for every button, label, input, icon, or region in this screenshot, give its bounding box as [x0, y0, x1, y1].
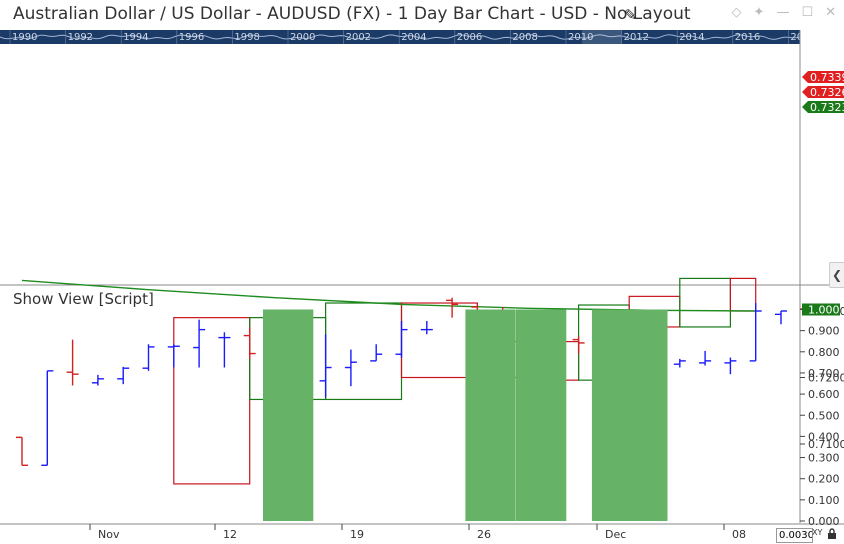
ohlc-bar-8 — [218, 332, 231, 368]
ohlc-bar-0 — [16, 436, 28, 466]
ohlc-bar-13 — [344, 349, 357, 387]
collapse-axis-button[interactable]: ❮ — [829, 262, 844, 288]
show-view-bar-0 — [263, 309, 314, 521]
price-label-0: 0.7339 — [810, 71, 844, 84]
navigator-year-label: 2004 — [401, 32, 426, 43]
indicator-tick-label: 0.300 — [808, 452, 840, 465]
ohlc-bar-6 — [167, 344, 180, 368]
indicator-tick-label: 0.000 — [808, 515, 840, 528]
price-label-1: 0.7326 — [810, 86, 844, 99]
ohlc-bar-16 — [420, 320, 433, 335]
time-axis-label: 26 — [477, 528, 491, 541]
navigator-year-label: 2006 — [457, 32, 482, 43]
time-axis-label: Dec — [605, 528, 626, 541]
indicator-tick-label: 0.400 — [808, 430, 840, 443]
ohlc-bar-29 — [749, 303, 762, 362]
navigator-year-label: 2010 — [568, 32, 593, 43]
box-overlay-8 — [679, 277, 731, 328]
indicator-panel-title: Show View [Script] — [13, 290, 154, 308]
ohlc-bar-4 — [117, 366, 130, 385]
ohlc-bar-7 — [193, 319, 206, 368]
time-axis-label: 19 — [350, 528, 364, 541]
ohlc-bar-14 — [370, 344, 383, 362]
indicator-tick-label: 0.100 — [808, 494, 840, 507]
indicator-tick-label: 0.600 — [808, 388, 840, 401]
indicator-tick-label: 0.800 — [808, 346, 840, 359]
ohlc-bar-2 — [66, 339, 79, 386]
time-axis-label: Nov — [98, 528, 120, 541]
ohlc-bar-30 — [775, 310, 787, 325]
ohlc-bar-15 — [395, 320, 408, 358]
ohlc-bar-12 — [319, 334, 332, 398]
navigator-year-label: 1998 — [234, 32, 259, 43]
lock-icon[interactable] — [827, 528, 837, 540]
ohlc-bar-27 — [699, 350, 712, 366]
ohlc-bar-9 — [243, 327, 256, 359]
navigator-year-label: 1996 — [179, 32, 204, 43]
chevron-left-icon: ❮ — [831, 268, 843, 282]
navigator-year-label: 2014 — [679, 32, 704, 43]
indicator-tick-label: 0.700 — [808, 367, 840, 380]
navigator-year-label: 2002 — [346, 32, 371, 43]
show-view-bar-1 — [465, 309, 516, 521]
box-overlay-9 — [729, 277, 757, 312]
box-overlay-0 — [173, 317, 251, 485]
show-view-bar-3 — [591, 309, 668, 521]
xy-toggle-button[interactable]: XY — [812, 528, 822, 537]
navigator-year-label: 1994 — [123, 32, 148, 43]
ohlc-bar-1 — [41, 370, 54, 466]
price-label-2: 0.7323 — [810, 101, 844, 114]
zoom-input[interactable]: 0.0030 — [776, 528, 813, 543]
navigator-year-label: 2000 — [290, 32, 315, 43]
navigator-year-label: 1990 — [12, 32, 37, 43]
navigator-axis-gap — [800, 30, 844, 44]
ohlc-bar-28 — [724, 357, 737, 375]
indicator-value-label: 1.000 — [808, 304, 840, 317]
ohlc-bar-17 — [446, 297, 459, 318]
ohlc-bar-5 — [142, 344, 155, 371]
navigator-year-label: 2008 — [512, 32, 537, 43]
show-view-bar-2 — [516, 309, 567, 521]
chart-canvas[interactable]: 1990 1992 1994 1996 1998 2000 2002 2004 2006 2008… — [0, 0, 844, 544]
indicator-tick-label: 0.900 — [808, 325, 840, 338]
ohlc-bar-22 — [572, 336, 585, 354]
ohlc-bar-26 — [673, 358, 686, 368]
time-axis-label: 08 — [732, 528, 746, 541]
time-axis-label: 12 — [223, 528, 237, 541]
indicator-tick-label: 0.500 — [808, 409, 840, 422]
navigator-year-label: 1992 — [68, 32, 93, 43]
indicator-tick-label: 0.200 — [808, 473, 840, 486]
navigator-year-label: 2012 — [624, 32, 649, 43]
navigator-year-label: 2016 — [735, 32, 760, 43]
ohlc-bar-3 — [91, 374, 104, 386]
box-overlay-2 — [325, 302, 403, 401]
